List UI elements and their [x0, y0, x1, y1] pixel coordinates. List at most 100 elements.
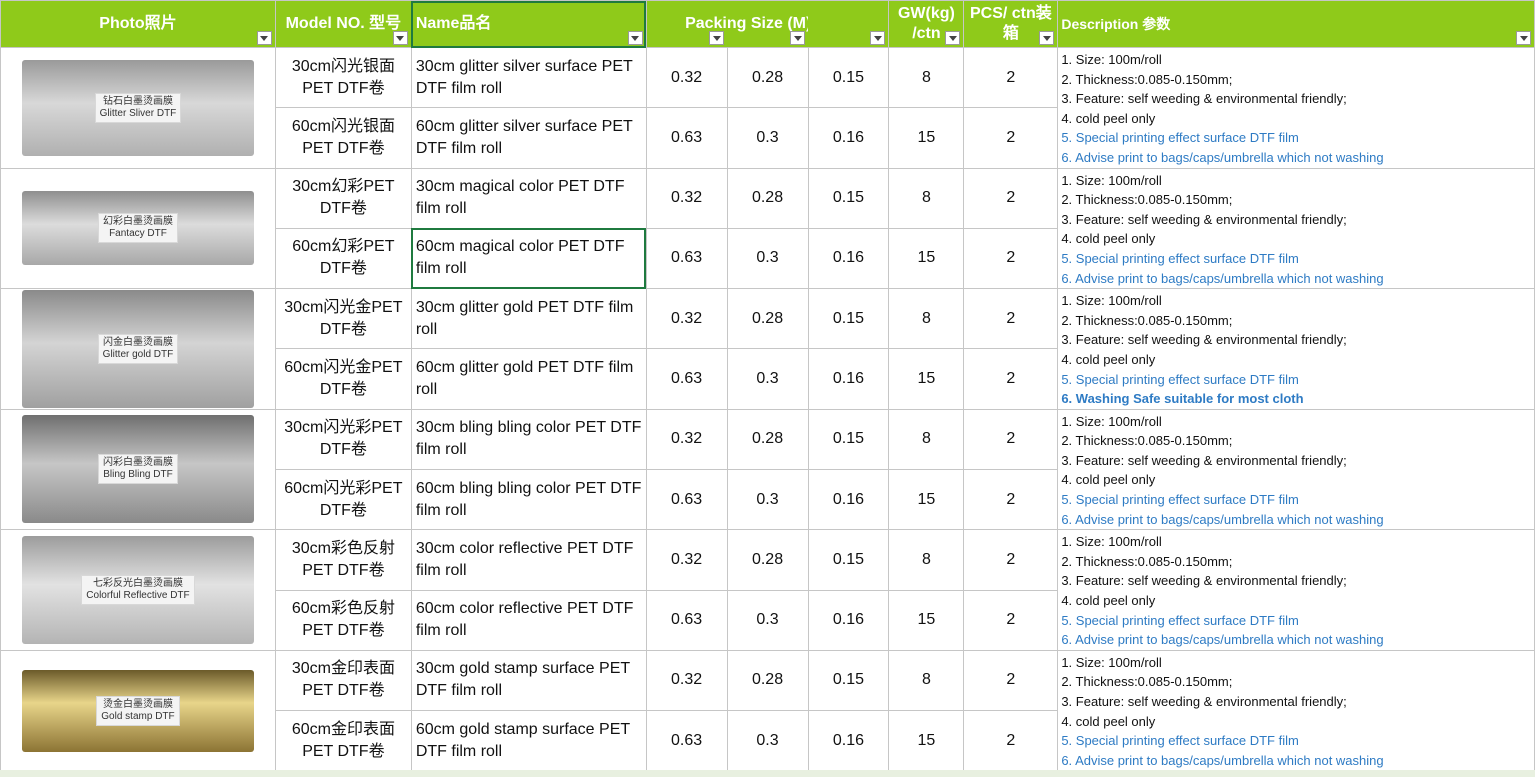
packing-width-cell[interactable]: 0.28: [726, 408, 809, 470]
model-cell[interactable]: 30cm幻彩PET DTF卷: [274, 167, 412, 229]
model-cell[interactable]: 30cm闪光银面 PET DTF卷: [274, 46, 412, 109]
gw-cell[interactable]: 15: [888, 227, 965, 290]
gw-cell[interactable]: 15: [888, 468, 965, 531]
packing-length-cell[interactable]: 0.32: [645, 649, 728, 712]
name-cell[interactable]: 30cm glitter silver surface PET DTF film…: [410, 46, 647, 109]
packing-width-cell[interactable]: 0.3: [726, 589, 809, 651]
name-cell[interactable]: 60cm color reflective PET DTF film roll: [410, 589, 647, 651]
name-cell[interactable]: 60cm glitter silver surface PET DTF film…: [410, 107, 647, 169]
gw-cell[interactable]: 8: [888, 408, 965, 470]
description-cell[interactable]: 1. Size: 100m/roll 2. Thickness:0.085-0.…: [1057, 288, 1535, 410]
model-cell[interactable]: 30cm金印表面 PET DTF卷: [274, 649, 412, 712]
description-cell[interactable]: 1. Size: 100m/roll 2. Thickness:0.085-0.…: [1057, 649, 1535, 772]
description-cell[interactable]: 1. Size: 100m/roll 2. Thickness:0.085-0.…: [1057, 408, 1535, 531]
name-cell[interactable]: 60cm bling bling color PET DTF film roll: [410, 468, 647, 531]
packing-height-cell[interactable]: 0.16: [807, 107, 890, 169]
model-cell[interactable]: 30cm闪光彩PET DTF卷: [274, 408, 412, 470]
packing-height-cell[interactable]: 0.15: [807, 649, 890, 712]
name-cell[interactable]: 30cm color reflective PET DTF film roll: [410, 529, 647, 591]
name-cell[interactable]: 30cm bling bling color PET DTF film roll: [410, 408, 647, 470]
filter-dropdown-icon[interactable]: [1516, 31, 1531, 45]
packing-width-cell[interactable]: 0.3: [726, 348, 809, 410]
packing-width-cell[interactable]: 0.3: [726, 710, 809, 772]
filter-dropdown-icon[interactable]: [945, 31, 961, 45]
model-cell[interactable]: 60cm幻彩PET DTF卷: [274, 227, 412, 290]
header-name[interactable]: Name品名: [410, 0, 647, 48]
packing-length-cell[interactable]: 0.63: [645, 589, 728, 651]
gw-cell[interactable]: 8: [888, 529, 965, 591]
pcs-cell[interactable]: 2: [963, 589, 1059, 651]
packing-length-cell[interactable]: 0.32: [645, 529, 728, 591]
pcs-cell[interactable]: 2: [963, 107, 1059, 169]
filter-dropdown-icon[interactable]: [392, 31, 408, 45]
name-cell[interactable]: 30cm magical color PET DTF film roll: [410, 167, 647, 229]
filter-dropdown-icon[interactable]: [870, 31, 886, 45]
packing-height-cell[interactable]: 0.16: [807, 589, 890, 651]
pcs-cell[interactable]: 2: [963, 408, 1059, 470]
model-cell[interactable]: 60cm金印表面 PET DTF卷: [274, 710, 412, 772]
packing-width-cell[interactable]: 0.28: [726, 288, 809, 350]
packing-length-cell[interactable]: 0.63: [645, 107, 728, 169]
model-cell[interactable]: 60cm闪光金PET DTF卷: [274, 348, 412, 410]
pcs-cell[interactable]: 2: [963, 468, 1059, 531]
packing-height-cell[interactable]: 0.16: [807, 710, 890, 772]
pcs-cell[interactable]: 2: [963, 348, 1059, 410]
packing-width-cell[interactable]: 0.3: [726, 468, 809, 531]
filter-dropdown-icon[interactable]: [256, 31, 272, 45]
packing-width-cell[interactable]: 0.28: [726, 529, 809, 591]
pcs-cell[interactable]: 2: [963, 167, 1059, 229]
packing-height-cell[interactable]: 0.15: [807, 529, 890, 591]
packing-length-cell[interactable]: 0.63: [645, 468, 728, 531]
gw-cell[interactable]: 15: [888, 107, 965, 169]
packing-height-cell[interactable]: 0.15: [807, 46, 890, 109]
pcs-cell[interactable]: 2: [963, 288, 1059, 350]
pcs-cell[interactable]: 2: [963, 710, 1059, 772]
model-cell[interactable]: 30cm彩色反射 PET DTF卷: [274, 529, 412, 591]
packing-height-cell[interactable]: 0.16: [807, 348, 890, 410]
model-cell[interactable]: 30cm闪光金PET DTF卷: [274, 288, 412, 350]
packing-width-cell[interactable]: 0.3: [726, 107, 809, 169]
packing-length-cell[interactable]: 0.32: [645, 46, 728, 109]
gw-cell[interactable]: 8: [888, 46, 965, 109]
filter-dropdown-icon[interactable]: [1039, 31, 1055, 45]
gw-cell[interactable]: 8: [888, 288, 965, 350]
packing-height-cell[interactable]: 0.16: [807, 468, 890, 531]
packing-length-cell[interactable]: 0.32: [645, 288, 728, 350]
packing-width-cell[interactable]: 0.28: [726, 46, 809, 109]
gw-cell[interactable]: 8: [888, 649, 965, 712]
packing-length-cell[interactable]: 0.63: [645, 227, 728, 290]
packing-width-cell[interactable]: 0.28: [726, 649, 809, 712]
model-cell[interactable]: 60cm闪光彩PET DTF卷: [274, 468, 412, 531]
name-cell[interactable]: 60cm glitter gold PET DTF film roll: [410, 348, 647, 410]
packing-width-cell[interactable]: 0.28: [726, 167, 809, 229]
filter-dropdown-icon[interactable]: [790, 31, 805, 45]
gw-cell[interactable]: 15: [888, 348, 965, 410]
packing-length-cell[interactable]: 0.32: [645, 167, 728, 229]
model-cell[interactable]: 60cm闪光银面 PET DTF卷: [274, 107, 412, 169]
gw-cell[interactable]: 15: [888, 589, 965, 651]
description-cell[interactable]: 1. Size: 100m/roll 2. Thickness:0.085-0.…: [1057, 47, 1535, 169]
name-cell[interactable]: 60cm magical color PET DTF film roll: [410, 227, 647, 290]
packing-length-cell[interactable]: 0.63: [645, 348, 728, 410]
product-name: 30cm glitter silver surface PET DTF film…: [415, 57, 633, 97]
pcs-cell[interactable]: 2: [963, 649, 1059, 712]
pcs-cell[interactable]: 2: [963, 227, 1059, 290]
name-cell[interactable]: 60cm gold stamp surface PET DTF film rol…: [410, 710, 647, 772]
name-cell[interactable]: 30cm glitter gold PET DTF film roll: [410, 288, 647, 350]
model-cell[interactable]: 60cm彩色反射 PET DTF卷: [274, 589, 412, 651]
name-cell[interactable]: 30cm gold stamp surface PET DTF film rol…: [410, 649, 647, 712]
packing-length-cell[interactable]: 0.63: [645, 710, 728, 772]
packing-width-cell[interactable]: 0.3: [726, 227, 809, 290]
pcs-cell[interactable]: 2: [963, 46, 1059, 109]
description-cell[interactable]: 1. Size: 100m/roll 2. Thickness:0.085-0.…: [1057, 529, 1535, 651]
description-cell[interactable]: 1. Size: 100m/roll 2. Thickness:0.085-0.…: [1057, 167, 1535, 290]
pcs-cell[interactable]: 2: [963, 529, 1059, 591]
packing-height-cell[interactable]: 0.15: [807, 167, 890, 229]
packing-height-cell[interactable]: 0.15: [807, 408, 890, 470]
packing-height-cell[interactable]: 0.15: [807, 288, 890, 350]
filter-dropdown-icon[interactable]: [627, 31, 643, 45]
gw-cell[interactable]: 15: [888, 710, 965, 772]
packing-height-cell[interactable]: 0.16: [807, 227, 890, 290]
gw-cell[interactable]: 8: [888, 167, 965, 229]
packing-length-cell[interactable]: 0.32: [645, 408, 728, 470]
